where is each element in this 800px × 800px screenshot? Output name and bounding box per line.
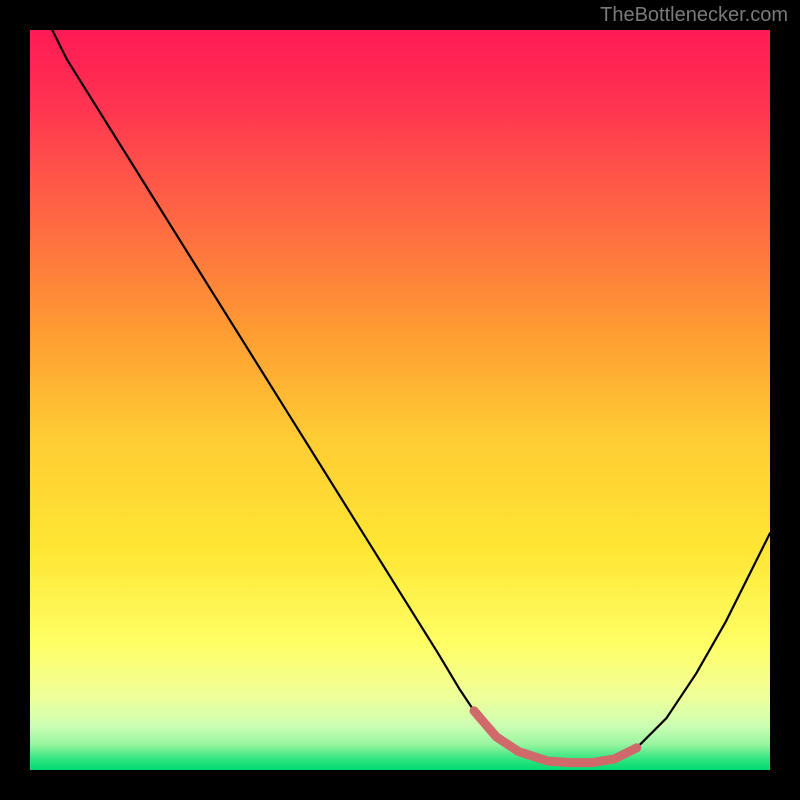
chart-background (30, 30, 770, 770)
attribution-label: TheBottlenecker.com (600, 4, 788, 27)
chart-svg (30, 30, 770, 770)
chart-plot-area (30, 30, 770, 770)
